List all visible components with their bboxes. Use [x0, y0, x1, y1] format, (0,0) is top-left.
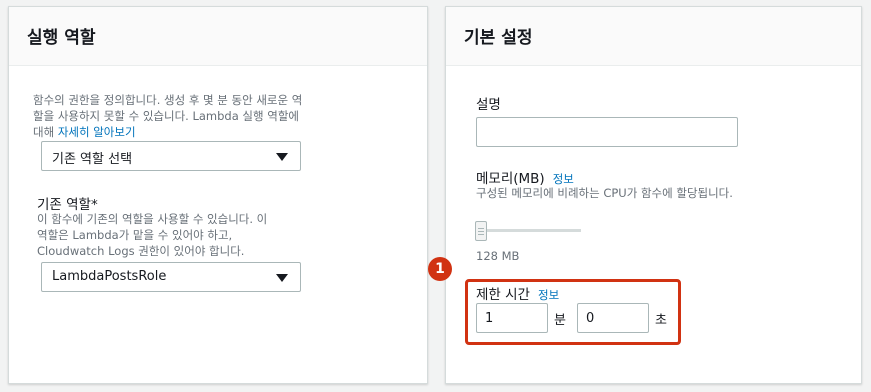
existing-role-select[interactable]: LambdaPostsRole — [41, 262, 301, 292]
role-type-select[interactable]: 기존 역할 선택 — [41, 141, 301, 171]
chevron-down-icon — [276, 274, 288, 282]
timeout-minutes-input[interactable] — [476, 303, 548, 333]
existing-role-select-value: LambdaPostsRole — [52, 269, 167, 284]
execution-role-description: 함수의 권한을 정의합니다. 생성 후 몇 분 동안 새로운 역할을 사용하지 … — [33, 92, 303, 140]
execution-role-panel: 실행 역할 함수의 권한을 정의합니다. 생성 후 몇 분 동안 새로운 역할을… — [8, 6, 428, 384]
execution-role-title: 실행 역할 — [9, 7, 427, 66]
learn-more-link[interactable]: 자세히 알아보기 — [58, 125, 136, 139]
description-label: 설명 — [476, 97, 501, 113]
existing-role-label: 기존 역할* — [37, 197, 98, 213]
memory-description: 구성된 메모리에 비례하는 CPU가 함수에 할당됩니다. — [476, 186, 733, 200]
existing-role-description: 이 함수에 기존의 역할을 사용할 수 있습니다. 이 역할은 Lambda가 … — [37, 211, 307, 259]
timeout-label-row: 제한 시간 정보 — [476, 283, 559, 303]
basic-settings-title: 기본 설정 — [446, 7, 861, 66]
callout-badge: 1 — [428, 257, 452, 281]
memory-label-row: 메모리(MB) 정보 — [476, 167, 574, 187]
minutes-unit-label: 분 — [554, 313, 566, 328]
memory-slider-handle[interactable] — [475, 221, 487, 241]
description-input[interactable] — [476, 117, 738, 147]
timeout-seconds-input[interactable] — [577, 303, 649, 333]
timeout-label: 제한 시간 — [476, 287, 530, 303]
existing-role-desc-line2: 역할은 Lambda가 맡을 수 있어야 하고, — [37, 228, 233, 242]
timeout-info-link[interactable]: 정보 — [538, 288, 559, 302]
memory-slider-track[interactable] — [476, 229, 581, 232]
memory-info-link[interactable]: 정보 — [553, 172, 574, 186]
existing-role-desc-line3: Cloudwatch Logs 권한이 있어야 합니다. — [37, 244, 245, 258]
seconds-unit-label: 초 — [655, 313, 667, 328]
role-type-select-value: 기존 역할 선택 — [52, 152, 133, 167]
chevron-down-icon — [276, 153, 288, 161]
memory-value: 128 MB — [476, 249, 520, 263]
existing-role-desc-line1: 이 함수에 기존의 역할을 사용할 수 있습니다. 이 — [37, 212, 268, 226]
basic-settings-panel: 기본 설정 설명 메모리(MB) 정보 구성된 메모리에 비례하는 CPU가 함수… — [428, 6, 862, 384]
